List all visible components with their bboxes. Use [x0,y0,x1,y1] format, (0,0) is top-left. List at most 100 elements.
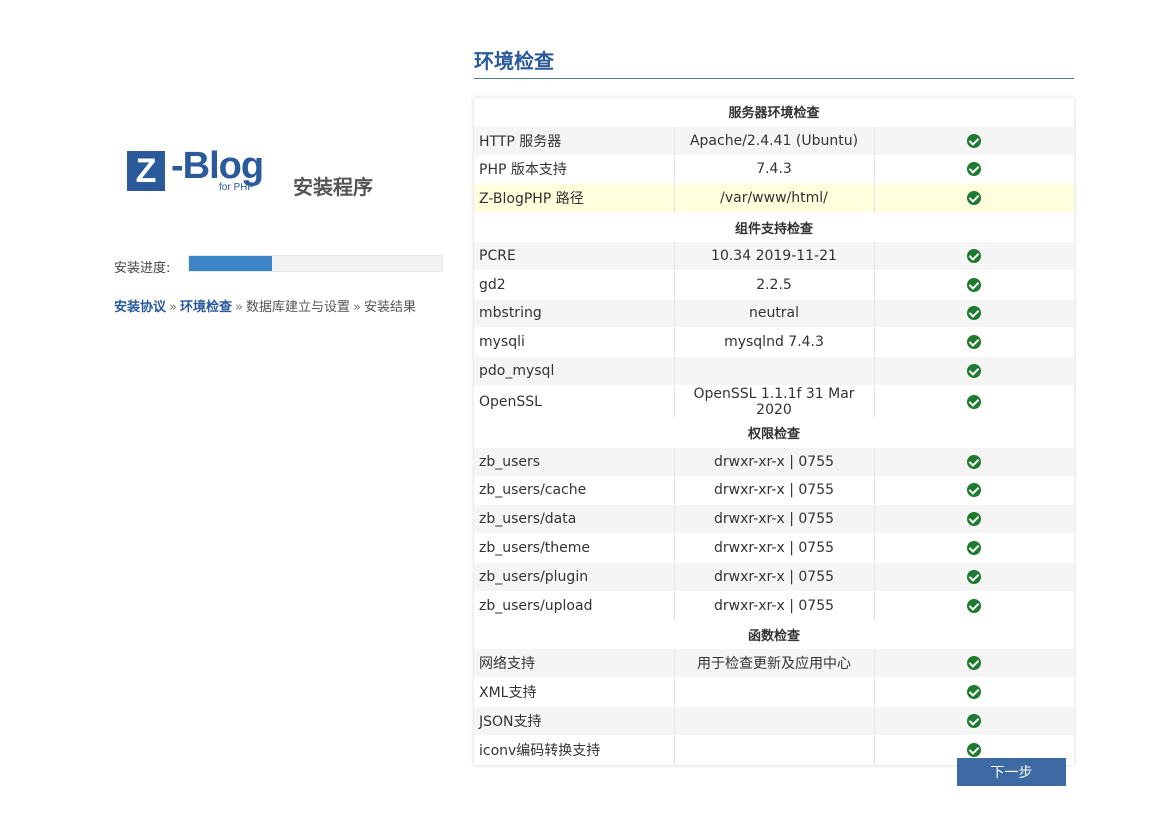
check-circle-icon [967,569,982,584]
step-item: 环境检查 [179,300,232,315]
check-circle-icon [967,598,982,613]
installer-title: 安装程序 [293,175,373,199]
check-circle-icon [967,133,982,148]
section-title: 函数检查 [474,620,1074,650]
check-row: gd2 2.2.5 [474,270,1074,300]
check-item-status [874,241,1074,271]
step-item: 安装协议 [114,300,167,315]
check-circle-icon [967,248,982,263]
check-item-name: zb_users/theme [474,533,675,563]
check-item-name: XML支持 [474,677,675,707]
check-circle-icon [967,713,982,728]
check-row: PHP 版本支持 7.4.3 [474,155,1074,185]
check-item-status [874,591,1074,621]
progress-bar [188,255,443,272]
check-row: Z-BlogPHP 路径/var/www/html/ [474,183,1074,214]
check-item-value: drwxr-xr-x | 0755 [674,447,875,477]
title-divider [474,78,1074,79]
check-circle-icon [967,277,982,292]
check-item-status [874,562,1074,592]
check-item-value: 2.2.5 [674,270,875,300]
check-circle-icon [967,685,982,700]
check-item-name: Z-BlogPHP 路径 [474,183,675,214]
check-circle-icon [967,512,982,527]
check-row: mbstring neutral [474,299,1074,329]
check-item-name: PHP 版本支持 [474,155,675,185]
check-row: PCRE 10.34 2019-11-21 [474,241,1074,271]
check-item-name: gd2 [474,270,675,300]
check-item-name: iconv编码转换支持 [474,735,675,765]
progress-fill [189,256,273,271]
check-circle-icon [967,742,982,757]
check-item-status [874,648,1074,679]
check-item-status [874,385,1074,419]
check-row: mysqli mysqlnd 7.4.3 [474,327,1074,358]
check-row: zb_users drwxr-xr-x | 0755 [474,447,1074,477]
check-item-status [874,155,1074,185]
check-item-value: drwxr-xr-x | 0755 [674,562,875,592]
check-item-name: HTTP 服务器 [474,126,675,156]
check-row: JSON支持 [474,706,1074,736]
step-item: 安装结果 [363,300,416,315]
check-row: zb_users/cache drwxr-xr-x | 0755 [474,476,1074,506]
check-item-value: /var/www/html/ [674,183,875,214]
check-row: zb_users/data drwxr-xr-x | 0755 [474,504,1074,535]
check-item-status [874,299,1074,329]
check-row: 网络支持 用于检查更新及应用中心 [474,648,1074,679]
check-item-name: pdo_mysql [474,356,675,386]
step-separator: » [169,300,177,315]
check-item-value: 7.4.3 [674,155,875,185]
section-header-row: 函数检查 [474,620,1074,650]
check-item-value: drwxr-xr-x | 0755 [674,504,875,535]
check-item-name: 网络支持 [474,648,675,679]
check-item-status [874,183,1074,214]
check-item-status [874,270,1074,300]
check-row: XML支持 [474,677,1074,707]
check-item-status [874,476,1074,506]
check-item-value: neutral [674,299,875,329]
check-row: OpenSSL OpenSSL 1.1.1f 31 Mar 2020 [474,385,1074,419]
check-item-name: zb_users/plugin [474,562,675,592]
check-item-value [674,356,875,386]
check-circle-icon [967,454,982,469]
zblog-logo: Z -Blog for PHP 安装程序 [127,145,387,199]
environment-check-table: 服务器环境检查 HTTP 服务器 Apache/2.4.41 (Ubuntu) PHP… [474,98,1074,765]
check-item-name: mysqli [474,327,675,358]
check-item-name: zb_users/cache [474,476,675,506]
check-item-status [874,356,1074,386]
check-item-value: 10.34 2019-11-21 [674,241,875,271]
check-circle-icon [967,306,982,321]
section-title: 权限检查 [474,418,1074,448]
progress-label: 安装进度: [114,261,171,276]
check-item-status [874,706,1074,736]
check-item-name: PCRE [474,241,675,271]
check-item-status [874,447,1074,477]
section-title: 组件支持检查 [474,212,1074,242]
logo-z-mark: Z [127,151,165,191]
section-title: 服务器环境检查 [474,98,1074,127]
step-separator: » [352,300,361,315]
next-step-button[interactable]: 下一步 [957,758,1066,786]
check-item-status [874,126,1074,156]
check-circle-icon [967,191,982,206]
check-circle-icon [967,335,982,350]
check-item-status [874,327,1074,358]
section-header-row: 服务器环境检查 [474,98,1074,127]
check-circle-icon [967,541,982,556]
check-item-value: drwxr-xr-x | 0755 [674,476,875,506]
check-item-value: drwxr-xr-x | 0755 [674,533,875,563]
check-circle-icon [967,364,982,379]
check-item-value [674,677,875,707]
check-row: zb_users/plugin drwxr-xr-x | 0755 [474,562,1074,592]
check-circle-icon [967,162,982,177]
section-header-row: 权限检查 [474,418,1074,448]
step-separator: » [235,300,243,315]
check-row: zb_users/theme drwxr-xr-x | 0755 [474,533,1074,563]
page-title: 环境检查 [474,49,554,73]
check-item-name: mbstring [474,299,675,329]
check-row: zb_users/upload drwxr-xr-x | 0755 [474,591,1074,621]
check-item-value [674,706,875,736]
check-item-name: zb_users/upload [474,591,675,621]
section-header-row: 组件支持检查 [474,212,1074,242]
check-item-name: JSON支持 [474,706,675,736]
